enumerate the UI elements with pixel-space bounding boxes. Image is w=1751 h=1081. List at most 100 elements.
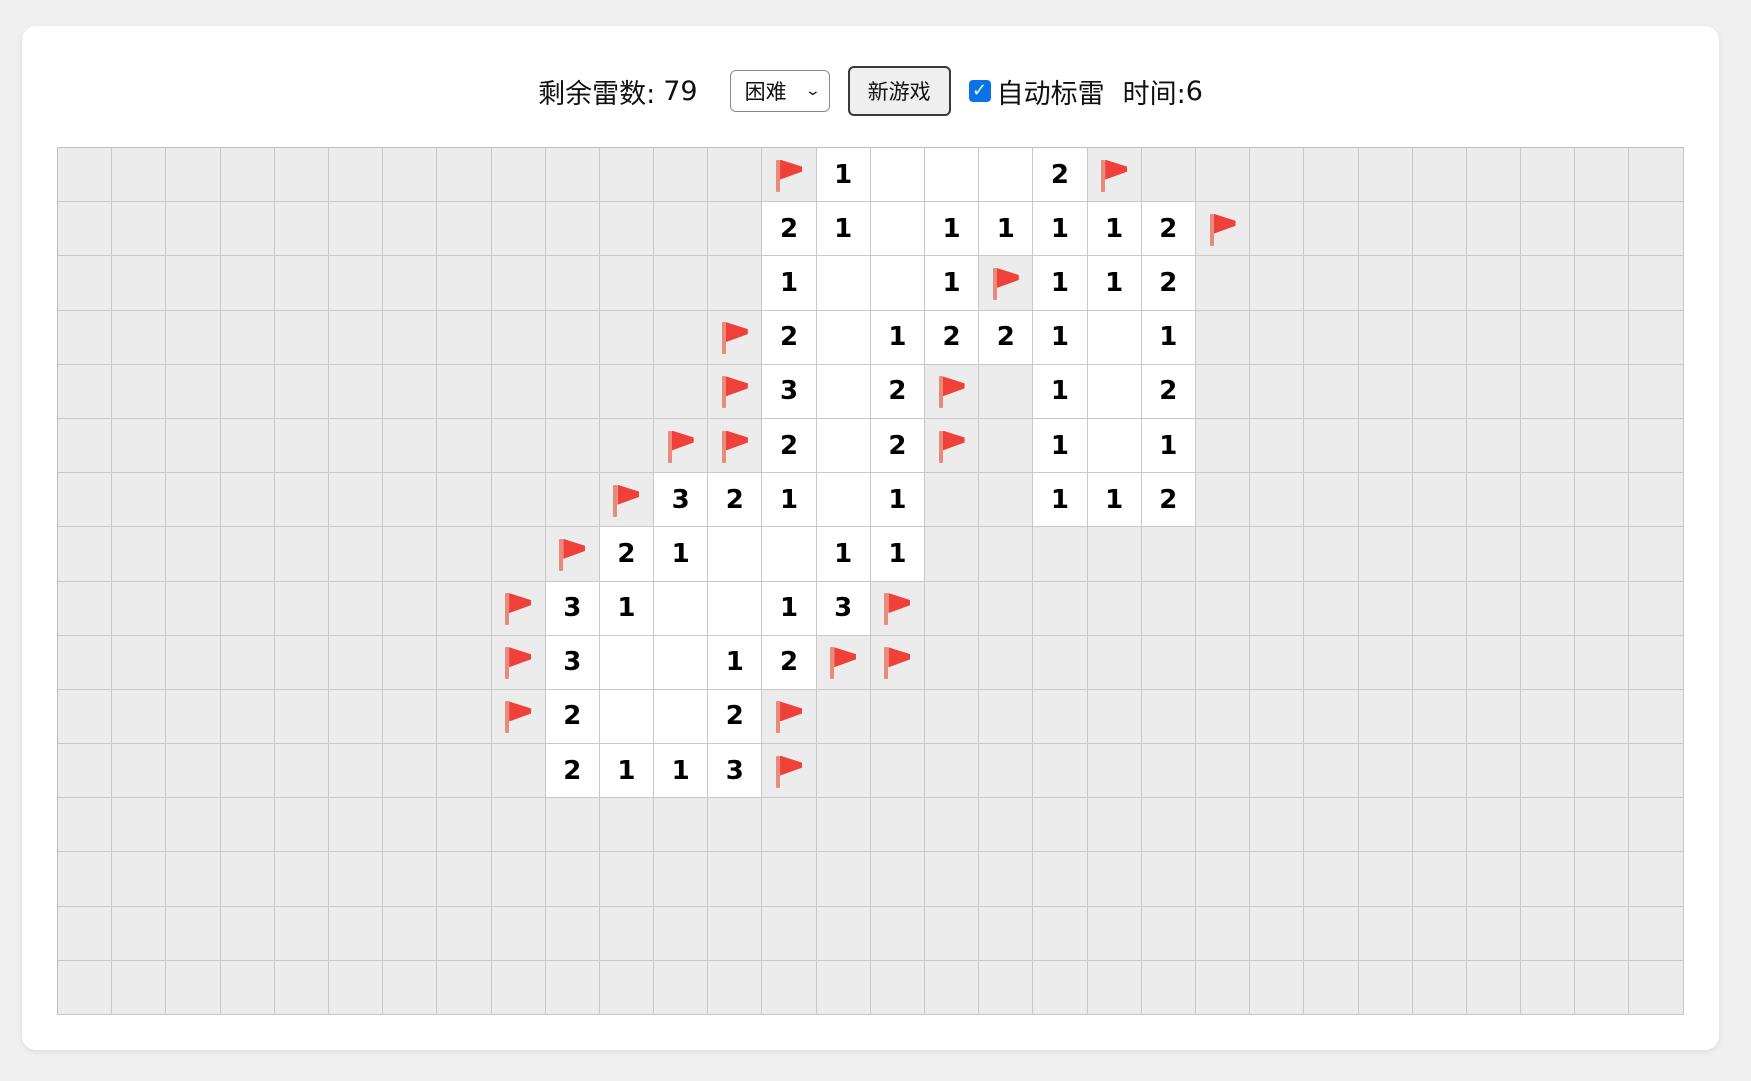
flagged-cell[interactable] [545,527,600,582]
unopened-cell[interactable] [491,202,546,257]
number-cell[interactable]: 1 [599,744,655,799]
unopened-cell[interactable] [762,906,817,961]
unopened-cell[interactable] [112,744,167,799]
unopened-cell[interactable] [1033,689,1088,745]
unopened-cell[interactable] [654,798,709,853]
unopened-cell[interactable] [491,148,546,203]
unopened-cell[interactable] [1304,256,1359,311]
unopened-cell[interactable] [654,906,709,961]
unopened-cell[interactable] [220,960,275,1015]
number-cell[interactable]: 2 [1141,202,1196,257]
unopened-cell[interactable] [1629,798,1684,853]
unopened-cell[interactable] [1033,960,1088,1015]
unopened-cell[interactable] [1195,906,1251,961]
unopened-cell[interactable] [58,798,113,853]
unopened-cell[interactable] [383,473,438,528]
unopened-cell[interactable] [1358,798,1413,853]
number-cell[interactable]: 2 [762,635,817,690]
number-cell[interactable]: 1 [1087,256,1142,311]
unopened-cell[interactable] [383,852,438,907]
unopened-cell[interactable] [1575,527,1630,582]
unopened-cell[interactable] [979,581,1034,636]
unopened-cell[interactable] [58,906,113,961]
unopened-cell[interactable] [274,798,329,853]
unopened-cell[interactable] [708,798,763,853]
unopened-cell[interactable] [1466,744,1522,799]
unopened-cell[interactable] [166,202,221,257]
flagged-cell[interactable] [708,418,763,474]
unopened-cell[interactable] [1412,310,1467,365]
unopened-cell[interactable] [1466,689,1522,745]
unopened-cell[interactable] [491,906,546,961]
unopened-cell[interactable] [1358,744,1413,799]
unopened-cell[interactable] [1521,581,1576,636]
unopened-cell[interactable] [1521,689,1576,745]
unopened-cell[interactable] [1304,202,1359,257]
unopened-cell[interactable] [491,364,546,419]
auto-flag-checkbox[interactable]: ✓ [968,80,991,102]
unopened-cell[interactable] [328,689,384,745]
number-cell[interactable]: 1 [1141,418,1196,474]
opened-empty-cell[interactable] [870,202,925,257]
unopened-cell[interactable] [1466,364,1522,419]
unopened-cell[interactable] [1195,527,1251,582]
unopened-cell[interactable] [166,581,221,636]
unopened-cell[interactable] [1195,852,1251,907]
unopened-cell[interactable] [58,202,113,257]
unopened-cell[interactable] [274,364,329,419]
unopened-cell[interactable] [1466,635,1522,690]
unopened-cell[interactable] [1250,798,1305,853]
unopened-cell[interactable] [1304,418,1359,474]
unopened-cell[interactable] [599,418,655,474]
flagged-cell[interactable] [762,744,817,799]
unopened-cell[interactable] [979,635,1034,690]
unopened-cell[interactable] [1575,473,1630,528]
unopened-cell[interactable] [816,744,871,799]
unopened-cell[interactable] [1575,256,1630,311]
unopened-cell[interactable] [1629,473,1684,528]
unopened-cell[interactable] [1195,310,1251,365]
unopened-cell[interactable] [1412,744,1467,799]
unopened-cell[interactable] [1629,744,1684,799]
unopened-cell[interactable] [1466,256,1522,311]
unopened-cell[interactable] [708,852,763,907]
unopened-cell[interactable] [383,310,438,365]
number-cell[interactable]: 2 [925,310,980,365]
number-cell[interactable]: 2 [762,310,817,365]
unopened-cell[interactable] [1141,148,1196,203]
flagged-cell[interactable] [491,635,546,690]
opened-empty-cell[interactable] [816,364,871,419]
unopened-cell[interactable] [1033,798,1088,853]
number-cell[interactable]: 2 [708,689,763,745]
unopened-cell[interactable] [112,256,167,311]
number-cell[interactable]: 2 [870,364,925,419]
unopened-cell[interactable] [58,744,113,799]
unopened-cell[interactable] [545,852,600,907]
unopened-cell[interactable] [925,527,980,582]
unopened-cell[interactable] [274,256,329,311]
unopened-cell[interactable] [708,960,763,1015]
number-cell[interactable]: 1 [654,527,709,582]
unopened-cell[interactable] [1412,202,1467,257]
unopened-cell[interactable] [274,310,329,365]
number-cell[interactable]: 1 [925,202,980,257]
unopened-cell[interactable] [437,527,492,582]
unopened-cell[interactable] [1033,527,1088,582]
unopened-cell[interactable] [437,148,492,203]
unopened-cell[interactable] [1466,148,1522,203]
unopened-cell[interactable] [1087,635,1142,690]
unopened-cell[interactable] [870,852,925,907]
unopened-cell[interactable] [654,202,709,257]
unopened-cell[interactable] [545,418,600,474]
unopened-cell[interactable] [328,310,384,365]
unopened-cell[interactable] [1087,960,1142,1015]
unopened-cell[interactable] [1141,852,1196,907]
unopened-cell[interactable] [1195,960,1251,1015]
auto-flag-label[interactable]: 自动标雷 [997,72,1105,111]
difficulty-select[interactable]: 困难 ⌄ [729,70,830,112]
number-cell[interactable]: 1 [708,635,763,690]
opened-empty-cell[interactable] [816,418,871,474]
unopened-cell[interactable] [925,852,980,907]
unopened-cell[interactable] [1521,527,1576,582]
unopened-cell[interactable] [1466,202,1522,257]
